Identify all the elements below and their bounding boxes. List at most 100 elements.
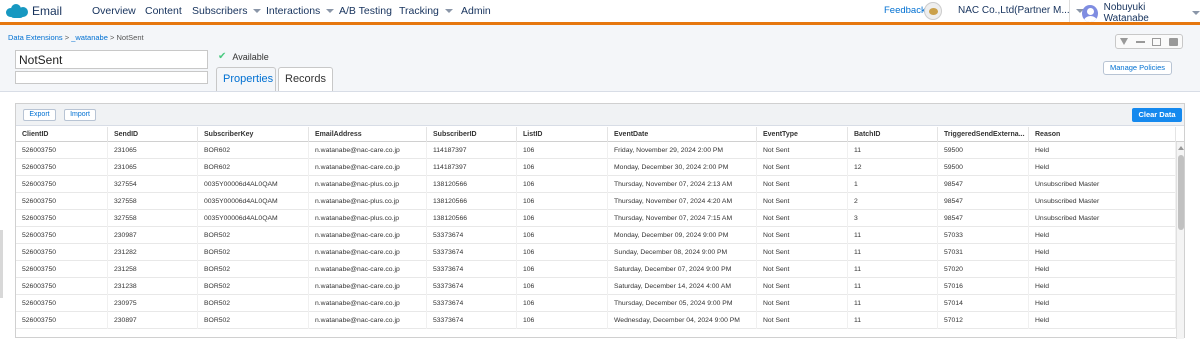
check-icon: ✔	[218, 51, 227, 62]
table-cell: n.watanabe@nac-plus.co.jp	[309, 176, 427, 193]
table-cell: 526003750	[16, 176, 108, 193]
copy-icon[interactable]	[1152, 37, 1162, 46]
column-header[interactable]: EventType	[757, 127, 848, 142]
table-row[interactable]: 526003750 230987 BOR502 n.watanabe@nac-care…	[16, 227, 1176, 244]
table-cell: 526003750	[16, 142, 108, 159]
table-cell: n.watanabe@nac-care.co.jp	[309, 142, 427, 159]
app-name: Email	[32, 3, 63, 18]
table-row[interactable]: 526003750 231258 BOR502 n.watanabe@nac-care…	[16, 261, 1176, 278]
table-cell: 327558	[108, 210, 198, 227]
table-cell: BOR502	[198, 244, 309, 261]
breadcrumb-separator: >	[64, 33, 70, 42]
breadcrumb-data-extensions[interactable]: Data Extensions	[8, 33, 63, 42]
move-icon[interactable]	[1135, 37, 1145, 46]
table-cell: Not Sent	[757, 295, 848, 312]
nav-interactions[interactable]: Interactions	[266, 5, 335, 17]
table-cell: 526003750	[16, 210, 108, 227]
table-cell: Unsubscribed Master	[1029, 176, 1176, 193]
table-cell: 106	[517, 142, 608, 159]
table-cell: 106	[517, 261, 608, 278]
breadcrumb-folder[interactable]: _watanabe	[71, 33, 108, 42]
nav-ab-testing[interactable]: A/B Testing	[339, 5, 392, 17]
status: ✔ Available	[218, 51, 269, 62]
table-row[interactable]: 526003750 230897 BOR502 n.watanabe@nac-care…	[16, 312, 1176, 329]
nav-overview[interactable]: Overview	[92, 5, 136, 17]
column-header[interactable]: SubscriberKey	[198, 127, 309, 142]
table-cell: 526003750	[16, 193, 108, 210]
manage-policies-button[interactable]: Manage Policies	[1103, 61, 1172, 75]
clear-data-button[interactable]: Clear Data	[1132, 108, 1182, 122]
account-switcher[interactable]: NAC Co.,Ltd(Partner M...	[958, 5, 1084, 16]
scroll-thumb[interactable]	[1178, 155, 1184, 230]
status-label: Available	[232, 51, 269, 62]
vertical-scrollbar[interactable]	[1176, 142, 1184, 339]
top-nav: Email Overview Content Subscribers Inter…	[0, 0, 1200, 24]
table-cell: Thursday, November 07, 2024 2:13 AM	[608, 176, 757, 193]
table-row[interactable]: 526003750 231282 BOR502 n.watanabe@nac-care…	[16, 244, 1176, 261]
table-row[interactable]: 526003750 327558 0035Y00006d4AL0QAM n.watan…	[16, 193, 1176, 210]
column-header[interactable]: SubscriberID	[427, 127, 517, 142]
chevron-down-icon	[444, 9, 453, 13]
nav-subscribers[interactable]: Subscribers	[192, 5, 262, 17]
feedback-link[interactable]: Feedback	[884, 5, 926, 16]
records-content: Export Import Clear Data ClientID SendID S…	[0, 91, 1200, 339]
column-header[interactable]: BatchID	[848, 127, 938, 142]
column-header[interactable]: TriggeredSendExterna...	[938, 127, 1029, 142]
scroll-up-icon[interactable]	[1178, 146, 1184, 150]
nav-admin[interactable]: Admin	[461, 5, 491, 17]
app-logo[interactable]: Email	[6, 3, 62, 18]
table-cell: BOR502	[198, 227, 309, 244]
table-cell: Wednesday, December 04, 2024 9:00 PM	[608, 312, 757, 329]
table-row[interactable]: 526003750 231065 BOR602 n.watanabe@nac-care…	[16, 142, 1176, 159]
table-cell: 526003750	[16, 312, 108, 329]
table-cell: 11	[848, 261, 938, 278]
column-header[interactable]: ListID	[517, 127, 608, 142]
description-input[interactable]	[15, 71, 208, 84]
tab-properties[interactable]: Properties	[216, 67, 276, 91]
table-cell: Unsubscribed Master	[1029, 193, 1176, 210]
table-cell: Not Sent	[757, 244, 848, 261]
import-button[interactable]: Import	[64, 109, 96, 121]
data-extension-name-input[interactable]	[15, 50, 208, 69]
table-cell: Saturday, December 14, 2024 4:00 AM	[608, 278, 757, 295]
table-cell: Held	[1029, 159, 1176, 176]
column-header[interactable]: Reason	[1029, 127, 1176, 142]
table-cell: 12	[848, 159, 938, 176]
table-cell: Not Sent	[757, 278, 848, 295]
table-row[interactable]: 526003750 230975 BOR502 n.watanabe@nac-care…	[16, 295, 1176, 312]
column-header[interactable]: SendID	[108, 127, 198, 142]
table-row[interactable]: 526003750 231238 BOR502 n.watanabe@nac-care…	[16, 278, 1176, 295]
table-cell: 231065	[108, 142, 198, 159]
table-cell: BOR602	[198, 159, 309, 176]
table-cell: n.watanabe@nac-care.co.jp	[309, 159, 427, 176]
table-cell: BOR502	[198, 312, 309, 329]
table-cell: 526003750	[16, 261, 108, 278]
tab-records[interactable]: Records	[278, 67, 333, 91]
cloud-icon	[6, 3, 28, 18]
user-menu[interactable]: Nobuyuki Watanabe	[1082, 2, 1200, 24]
mascot-icon	[924, 2, 942, 20]
divider	[1069, 0, 1070, 22]
table-cell: 57033	[938, 227, 1029, 244]
column-header[interactable]: ClientID	[16, 127, 108, 142]
filter-icon[interactable]	[1119, 37, 1128, 46]
table-row[interactable]: 526003750 327558 0035Y00006d4AL0QAM n.watan…	[16, 210, 1176, 227]
trash-icon[interactable]	[1169, 37, 1179, 46]
table-cell: 11	[848, 295, 938, 312]
column-header[interactable]: EventDate	[608, 127, 757, 142]
table-cell: 526003750	[16, 295, 108, 312]
column-header[interactable]: EmailAddress	[309, 127, 427, 142]
table-row[interactable]: 526003750 327554 0035Y00006d4AL0QAM n.watan…	[16, 176, 1176, 193]
table-cell: Not Sent	[757, 159, 848, 176]
nav-interactions-label: Interactions	[266, 5, 321, 17]
table-cell: Held	[1029, 278, 1176, 295]
table-cell: 59500	[938, 142, 1029, 159]
nav-content[interactable]: Content	[145, 5, 182, 17]
table-row[interactable]: 526003750 231065 BOR602 n.watanabe@nac-care…	[16, 159, 1176, 176]
table-cell: BOR502	[198, 261, 309, 278]
table-cell: Not Sent	[757, 312, 848, 329]
table-cell: 114187397	[427, 142, 517, 159]
nav-tracking[interactable]: Tracking	[399, 5, 453, 17]
export-button[interactable]: Export	[23, 109, 56, 121]
table-cell: 106	[517, 159, 608, 176]
